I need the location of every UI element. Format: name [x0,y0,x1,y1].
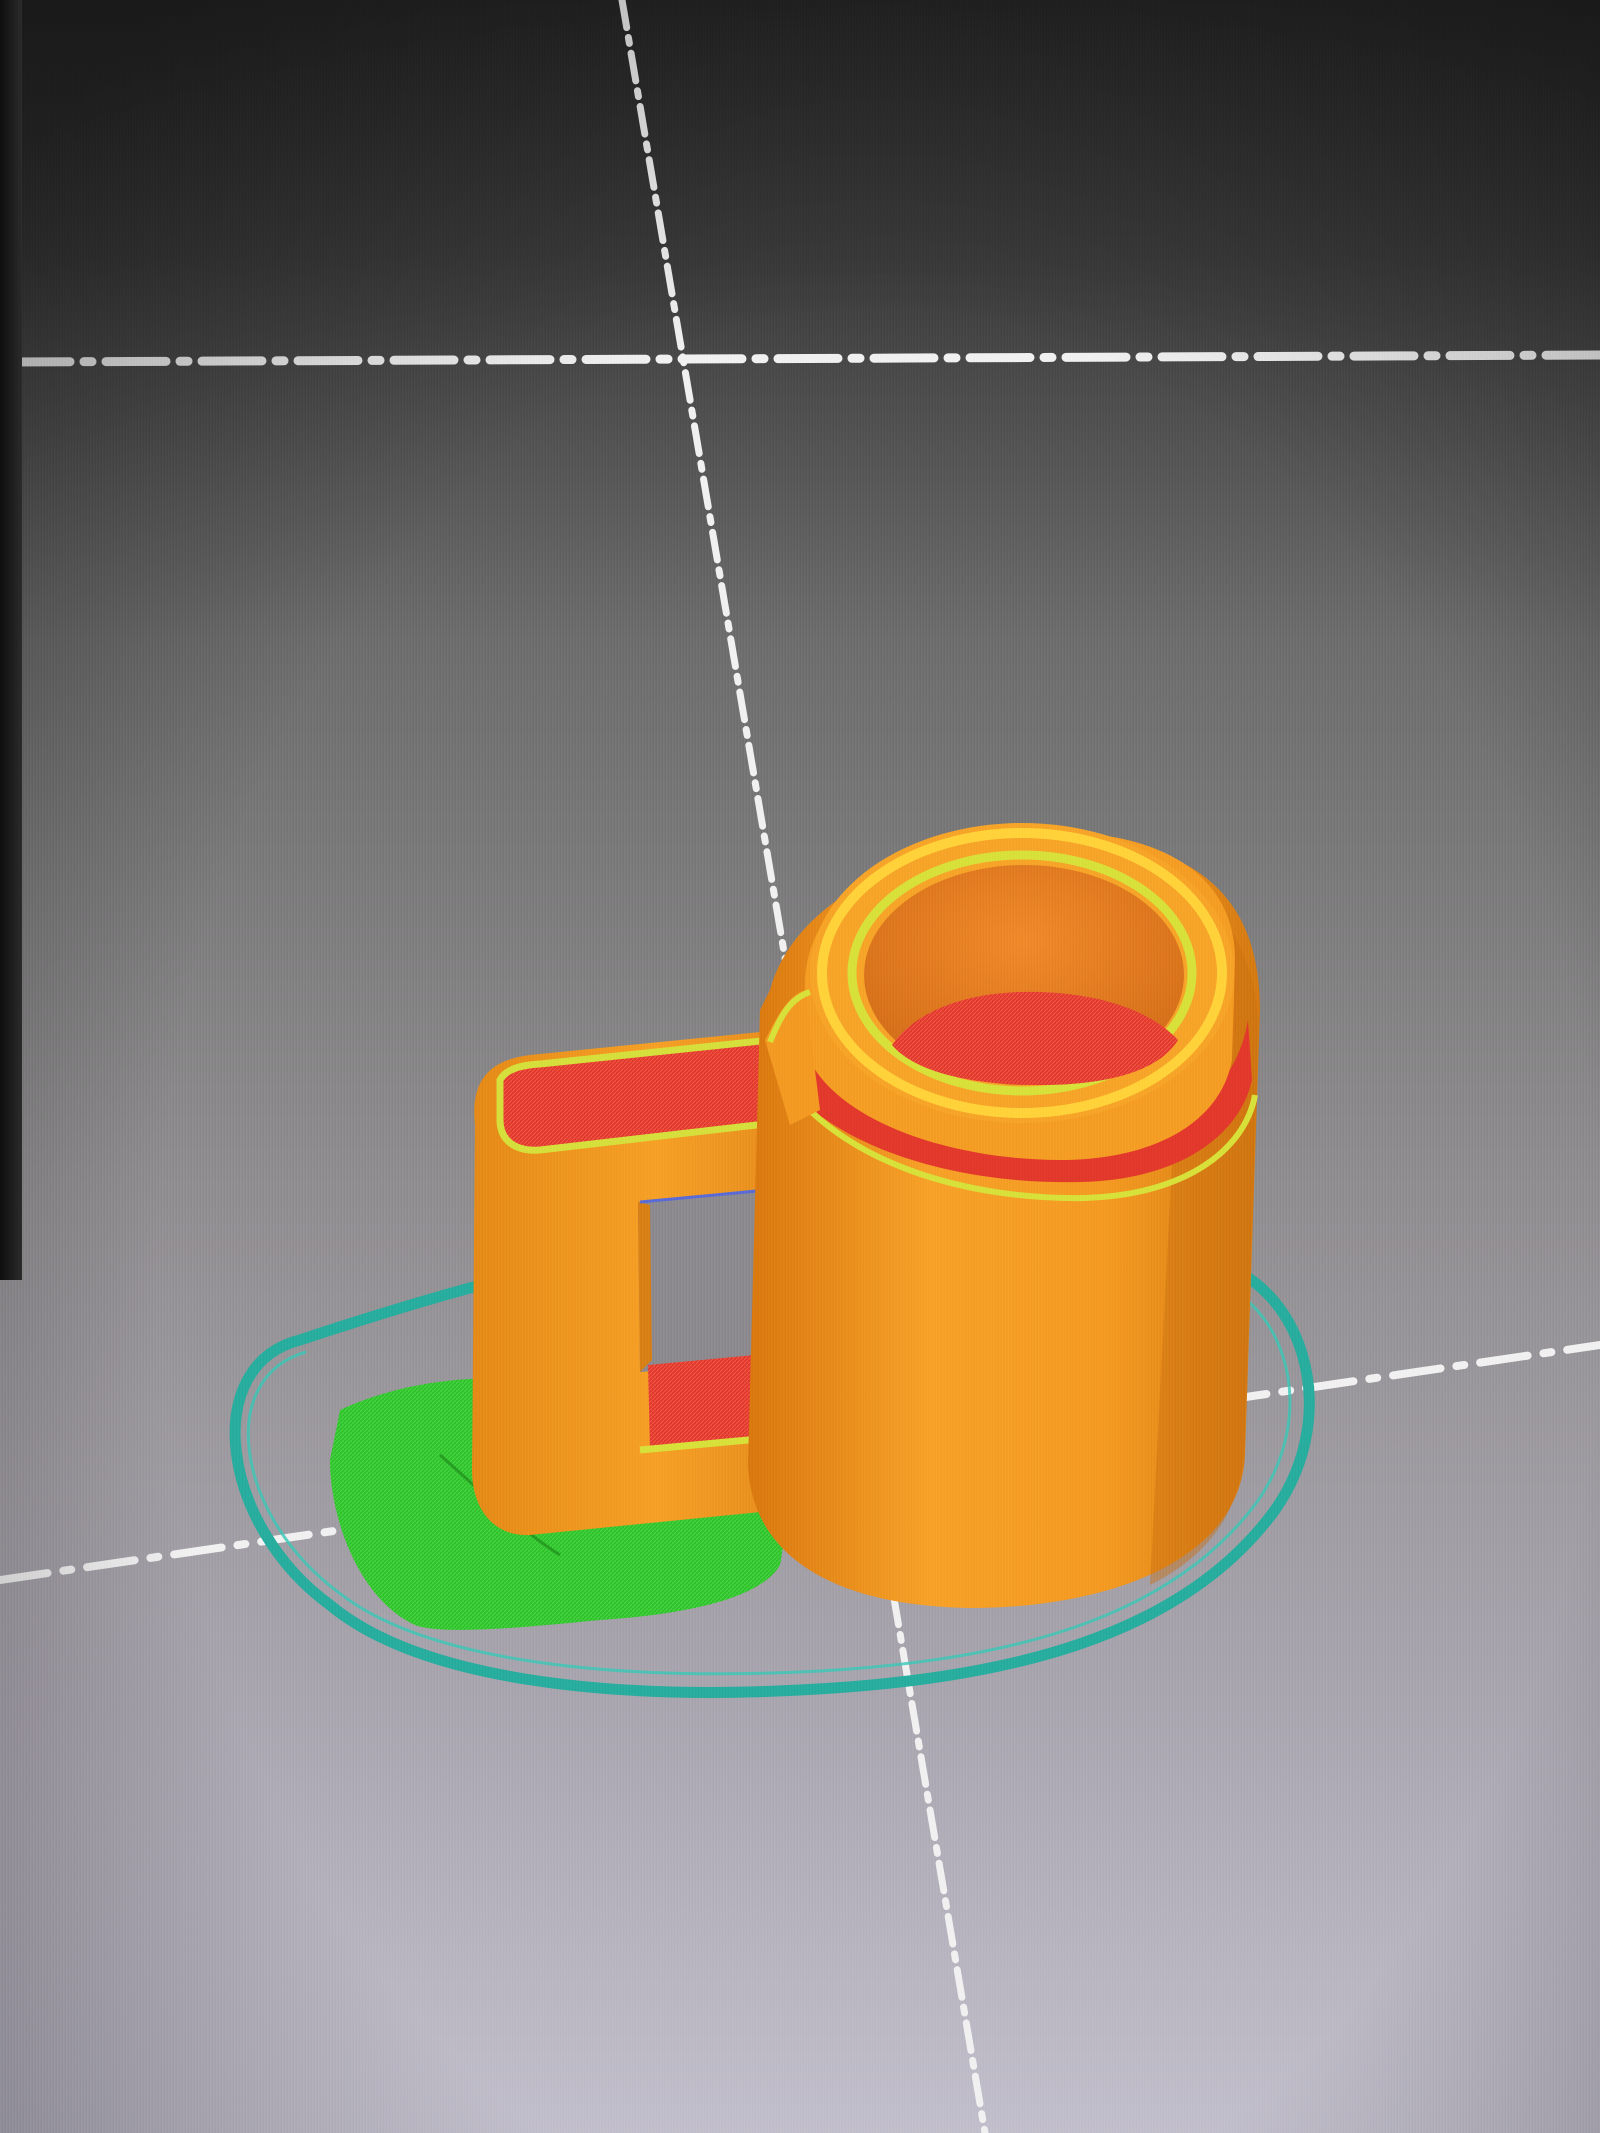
panel-edge [0,0,22,1280]
viewport-3d[interactable] [0,0,1600,2133]
slicer-screen [0,0,1600,2133]
screen-vignette [0,0,1600,2133]
